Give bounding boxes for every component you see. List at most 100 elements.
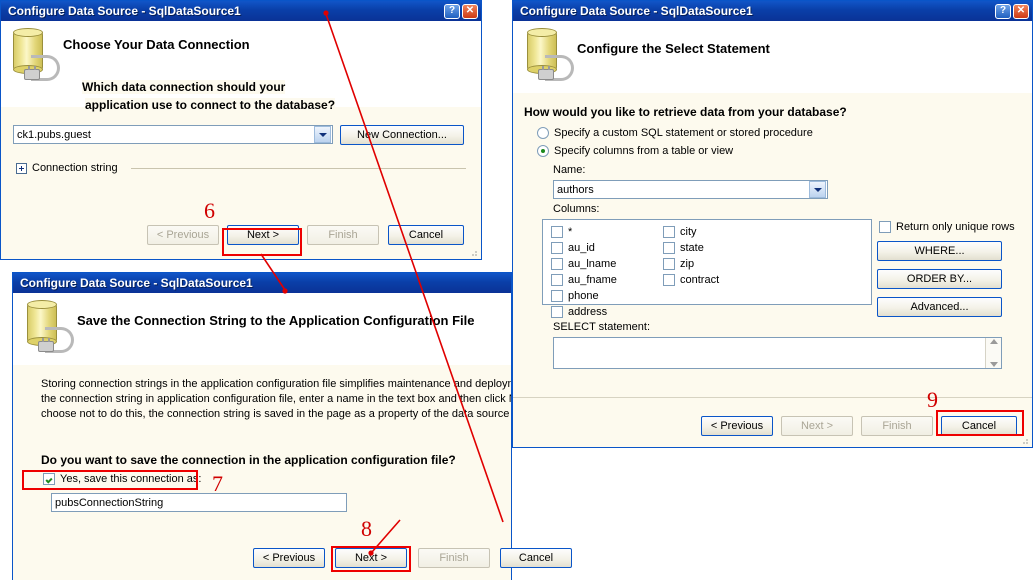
column-label: * <box>568 226 573 238</box>
column-checkbox-item[interactable]: au_id <box>551 240 617 256</box>
close-button[interactable]: ✕ <box>462 3 478 19</box>
dialog2-prompt: How would you like to retrieve data from… <box>524 105 847 119</box>
connection-name-input[interactable]: pubsConnectionString <box>51 493 347 512</box>
select-statement-scrollbar[interactable] <box>985 338 1001 368</box>
dialog2-title: Configure Data Source - SqlDataSource1 <box>520 4 753 18</box>
dialog1-heading: Choose Your Data Connection <box>63 37 250 52</box>
dialog1-cancel-button[interactable]: Cancel <box>388 225 464 245</box>
checkbox-icon[interactable] <box>663 226 675 238</box>
checkbox-icon[interactable] <box>879 221 891 233</box>
column-checkbox-item[interactable]: state <box>663 240 719 256</box>
checkbox-icon[interactable] <box>551 290 563 302</box>
database-connection-icon <box>21 297 77 357</box>
radio-custom-sql-label: Specify a custom SQL statement or stored… <box>554 127 813 139</box>
column-label: address <box>568 306 608 318</box>
resize-grip[interactable] <box>1019 435 1029 445</box>
help-button[interactable]: ? <box>444 3 460 19</box>
dialog3-previous-button[interactable]: < Previous <box>253 548 325 568</box>
column-label: state <box>680 242 704 254</box>
columns-listbox[interactable]: * au_id au_lname au_fname phone address … <box>542 219 872 318</box>
checkbox-icon[interactable] <box>663 274 675 286</box>
column-checkbox-item[interactable]: au_lname <box>551 256 617 272</box>
column-checkbox-item[interactable]: au_fname <box>551 272 617 288</box>
column-checkbox-item[interactable]: address <box>551 304 617 320</box>
dialog1-prompt-line2: application use to connect to the databa… <box>85 98 336 112</box>
plus-icon[interactable] <box>16 162 27 174</box>
highlight-dialog3-next <box>331 546 411 572</box>
highlight-dialog2-cancel <box>936 410 1024 436</box>
checkbox-icon[interactable] <box>663 242 675 254</box>
checkbox-icon[interactable] <box>551 258 563 270</box>
connection-name-value: pubsConnectionString <box>55 496 164 509</box>
advanced-button[interactable]: Advanced... <box>877 297 1002 317</box>
checkbox-icon[interactable] <box>551 306 563 318</box>
connection-combobox[interactable]: ck1.pubs.guest <box>13 125 333 144</box>
scroll-down-icon[interactable] <box>989 362 998 367</box>
new-connection-button[interactable]: New Connection... <box>340 125 464 145</box>
checkbox-icon[interactable] <box>551 226 563 238</box>
radio-icon[interactable] <box>537 127 549 139</box>
dialog3-cancel-button[interactable]: Cancel <box>500 548 572 568</box>
return-unique-rows-checkbox[interactable]: Return only unique rows <box>879 221 1015 233</box>
chevron-down-icon[interactable] <box>314 126 331 143</box>
close-button[interactable]: ✕ <box>1013 3 1029 19</box>
resize-grip[interactable] <box>468 247 478 257</box>
help-button[interactable]: ? <box>995 3 1011 19</box>
highlight-dialog1-next <box>222 228 302 256</box>
column-checkbox-item[interactable]: zip <box>663 256 719 272</box>
column-label: au_lname <box>568 258 617 270</box>
dialog1-body: Which data connection should your applic… <box>1 80 481 211</box>
name-label: Name: <box>553 164 586 176</box>
column-label: zip <box>680 258 695 270</box>
dialog1-finish-button: Finish <box>307 225 379 245</box>
dialog3-titlebar[interactable]: Configure Data Source - SqlDataSource1 <box>13 273 511 293</box>
select-statement-textarea[interactable] <box>553 337 1002 369</box>
dialog3-paragraph-line2: the connection string in application con… <box>41 393 511 405</box>
dialog3-body: Storing connection strings in the applic… <box>13 365 511 532</box>
connection-string-divider <box>131 168 466 169</box>
checkbox-icon[interactable] <box>551 274 563 286</box>
select-statement-label: SELECT statement: <box>553 321 651 333</box>
dialog1-titlebar-buttons: ? ✕ <box>444 3 478 19</box>
column-label: au_fname <box>568 274 617 286</box>
dialog2-titlebar-buttons: ? ✕ <box>995 3 1029 19</box>
dialog-choose-data-connection: Configure Data Source - SqlDataSource1 ?… <box>0 0 482 260</box>
column-checkbox-item[interactable]: * <box>551 224 617 240</box>
dialog1-header: Choose Your Data Connection <box>1 21 481 107</box>
columns-column-2: city state zip contract <box>663 224 719 288</box>
dialog-save-connection-string: Configure Data Source - SqlDataSource1 S… <box>12 272 572 580</box>
table-name-combobox[interactable]: authors <box>553 180 828 199</box>
connection-combobox-value: ck1.pubs.guest <box>17 128 91 141</box>
radio-columns-table[interactable]: Specify columns from a table or view <box>537 145 733 157</box>
dialog3-heading: Save the Connection String to the Applic… <box>77 313 475 328</box>
columns-label: Columns: <box>553 203 600 215</box>
dialog3-header: Save the Connection String to the Applic… <box>13 293 511 365</box>
connection-string-label: Connection string <box>32 162 118 174</box>
chevron-down-icon[interactable] <box>809 181 826 198</box>
dialog3-finish-button: Finish <box>418 548 490 568</box>
column-checkbox-item[interactable]: city <box>663 224 719 240</box>
connection-string-expander[interactable]: Connection string <box>16 162 118 174</box>
scroll-up-icon[interactable] <box>989 339 998 344</box>
annotation-8: 8 <box>361 516 372 541</box>
column-checkbox-item[interactable]: contract <box>663 272 719 288</box>
radio-icon[interactable] <box>537 145 549 157</box>
dialog2-header: Configure the Select Statement <box>513 21 1032 93</box>
radio-custom-sql[interactable]: Specify a custom SQL statement or stored… <box>537 127 813 139</box>
dialog2-next-button: Next > <box>781 416 853 436</box>
dialog2-previous-button[interactable]: < Previous <box>701 416 773 436</box>
dialog3-footer: < Previous Next > Finish Cancel <box>13 532 572 580</box>
column-label: contract <box>680 274 720 286</box>
dialog1-titlebar[interactable]: Configure Data Source - SqlDataSource1 ?… <box>1 1 481 21</box>
checkbox-icon[interactable] <box>551 242 563 254</box>
checkbox-icon[interactable] <box>663 258 675 270</box>
order-by-button[interactable]: ORDER BY... <box>877 269 1002 289</box>
highlight-save-checkbox <box>22 470 198 490</box>
dialog2-titlebar[interactable]: Configure Data Source - SqlDataSource1 ?… <box>513 1 1032 21</box>
columns-column-1: * au_id au_lname au_fname phone address <box>551 224 617 320</box>
database-connection-icon <box>521 25 577 85</box>
column-checkbox-item[interactable]: phone <box>551 288 617 304</box>
dialog3-question: Do you want to save the connection in th… <box>41 453 456 467</box>
radio-columns-table-label: Specify columns from a table or view <box>554 145 734 157</box>
where-button[interactable]: WHERE... <box>877 241 1002 261</box>
